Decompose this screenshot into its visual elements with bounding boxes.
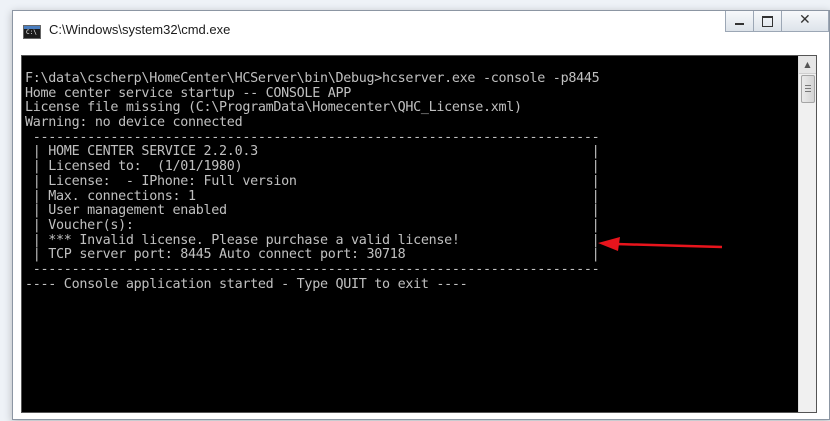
close-button[interactable]: ✕ [782, 11, 829, 32]
console-line: | Licensed to: (1/01/1980) | [25, 159, 600, 175]
arrow-head [598, 237, 620, 251]
console-line: | License: - IPhone: Full version | [25, 173, 600, 189]
title-bar[interactable]: C:\ C:\Windows\system32\cmd.exe ✕ [13, 11, 829, 47]
window-title: C:\Windows\system32\cmd.exe [49, 22, 231, 37]
console-line: ----------------------------------------… [25, 129, 600, 145]
window-controls: ✕ [725, 11, 829, 33]
minimize-icon [735, 23, 744, 25]
console-text: F:\data\cscherp\HomeCenter\HCServer\bin\… [25, 71, 600, 292]
vertical-scrollbar[interactable]: ▲ [798, 56, 816, 412]
console-line-invalid-license: | *** Invalid license. Please purchase a… [25, 232, 600, 248]
close-icon: ✕ [799, 12, 811, 28]
cmd-window: C:\ C:\Windows\system32\cmd.exe ✕ F:\dat… [12, 10, 830, 420]
maximize-icon [762, 16, 773, 27]
console-line: | Voucher(s): | [25, 217, 600, 233]
scroll-thumb[interactable] [801, 75, 815, 103]
console-line: Home center service startup -- CONSOLE A… [25, 85, 351, 101]
arrow-shaft [615, 242, 723, 249]
console-line: ----------------------------------------… [25, 261, 600, 277]
red-arrow-annotation [598, 237, 723, 251]
scroll-up-button[interactable]: ▲ [799, 56, 816, 74]
console-line: Warning: no device connected [25, 115, 243, 131]
console-line: | User management enabled | [25, 203, 600, 219]
cmd-icon: C:\ [23, 25, 41, 39]
console-line: | Max. connections: 1 | [25, 188, 600, 204]
console-line: | TCP server port: 8445 Auto connect por… [25, 247, 600, 263]
maximize-button[interactable] [754, 11, 782, 32]
console-line: ---- Console application started - Type … [25, 276, 468, 292]
console-line: | HOME CENTER SERVICE 2.2.0.3 | [25, 144, 600, 160]
console-output[interactable]: F:\data\cscherp\HomeCenter\HCServer\bin\… [21, 55, 817, 413]
console-line: F:\data\cscherp\HomeCenter\HCServer\bin\… [25, 71, 600, 86]
console-line: License file missing (C:\ProgramData\Hom… [25, 100, 522, 116]
minimize-button[interactable] [725, 11, 754, 32]
